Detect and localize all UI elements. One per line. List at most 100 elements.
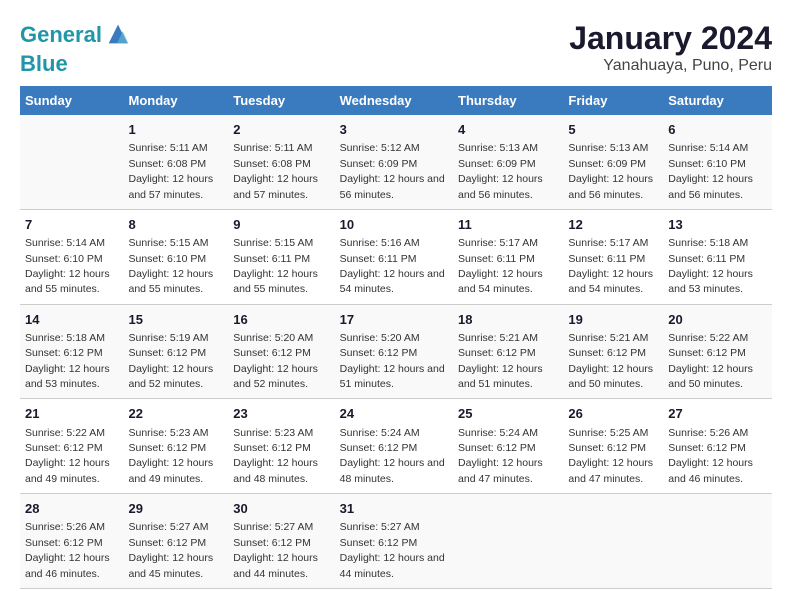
day-number: 27 (668, 405, 767, 423)
day-info: Sunrise: 5:16 AMSunset: 6:11 PMDaylight:… (340, 237, 445, 295)
day-number: 24 (340, 405, 448, 423)
day-number: 14 (25, 311, 118, 329)
day-number: 5 (568, 121, 658, 139)
day-number: 13 (668, 216, 767, 234)
day-info: Sunrise: 5:11 AMSunset: 6:08 PMDaylight:… (128, 142, 213, 200)
day-cell: 9 Sunrise: 5:15 AMSunset: 6:11 PMDayligh… (228, 209, 334, 304)
day-number: 8 (128, 216, 223, 234)
day-number: 31 (340, 500, 448, 518)
week-row-4: 21 Sunrise: 5:22 AMSunset: 6:12 PMDaylig… (20, 399, 772, 494)
day-cell: 8 Sunrise: 5:15 AMSunset: 6:10 PMDayligh… (123, 209, 228, 304)
day-cell: 11 Sunrise: 5:17 AMSunset: 6:11 PMDaylig… (453, 209, 563, 304)
day-info: Sunrise: 5:13 AMSunset: 6:09 PMDaylight:… (458, 142, 543, 200)
calendar-subtitle: Yanahuaya, Puno, Peru (569, 57, 772, 75)
day-info: Sunrise: 5:26 AMSunset: 6:12 PMDaylight:… (25, 521, 110, 579)
day-cell: 16 Sunrise: 5:20 AMSunset: 6:12 PMDaylig… (228, 304, 334, 399)
day-info: Sunrise: 5:24 AMSunset: 6:12 PMDaylight:… (340, 427, 445, 485)
day-cell: 24 Sunrise: 5:24 AMSunset: 6:12 PMDaylig… (335, 399, 453, 494)
day-number: 3 (340, 121, 448, 139)
logo: General Blue (20, 20, 132, 76)
header-cell-monday: Monday (123, 86, 228, 115)
day-number: 15 (128, 311, 223, 329)
title-block: January 2024 Yanahuaya, Puno, Peru (569, 20, 772, 75)
header-cell-wednesday: Wednesday (335, 86, 453, 115)
day-info: Sunrise: 5:17 AMSunset: 6:11 PMDaylight:… (458, 237, 543, 295)
day-number: 25 (458, 405, 558, 423)
day-cell: 15 Sunrise: 5:19 AMSunset: 6:12 PMDaylig… (123, 304, 228, 399)
day-number: 7 (25, 216, 118, 234)
day-info: Sunrise: 5:21 AMSunset: 6:12 PMDaylight:… (458, 332, 543, 390)
day-info: Sunrise: 5:19 AMSunset: 6:12 PMDaylight:… (128, 332, 213, 390)
day-cell: 2 Sunrise: 5:11 AMSunset: 6:08 PMDayligh… (228, 115, 334, 209)
day-info: Sunrise: 5:15 AMSunset: 6:10 PMDaylight:… (128, 237, 213, 295)
day-info: Sunrise: 5:27 AMSunset: 6:12 PMDaylight:… (128, 521, 213, 579)
day-number: 21 (25, 405, 118, 423)
day-cell: 18 Sunrise: 5:21 AMSunset: 6:12 PMDaylig… (453, 304, 563, 399)
day-info: Sunrise: 5:24 AMSunset: 6:12 PMDaylight:… (458, 427, 543, 485)
day-info: Sunrise: 5:17 AMSunset: 6:11 PMDaylight:… (568, 237, 653, 295)
day-cell: 13 Sunrise: 5:18 AMSunset: 6:11 PMDaylig… (663, 209, 772, 304)
day-number: 23 (233, 405, 329, 423)
day-info: Sunrise: 5:15 AMSunset: 6:11 PMDaylight:… (233, 237, 318, 295)
day-cell: 12 Sunrise: 5:17 AMSunset: 6:11 PMDaylig… (563, 209, 663, 304)
day-cell: 1 Sunrise: 5:11 AMSunset: 6:08 PMDayligh… (123, 115, 228, 209)
day-info: Sunrise: 5:14 AMSunset: 6:10 PMDaylight:… (668, 142, 753, 200)
day-cell: 19 Sunrise: 5:21 AMSunset: 6:12 PMDaylig… (563, 304, 663, 399)
week-row-2: 7 Sunrise: 5:14 AMSunset: 6:10 PMDayligh… (20, 209, 772, 304)
day-cell: 25 Sunrise: 5:24 AMSunset: 6:12 PMDaylig… (453, 399, 563, 494)
day-number: 1 (128, 121, 223, 139)
day-cell: 4 Sunrise: 5:13 AMSunset: 6:09 PMDayligh… (453, 115, 563, 209)
day-info: Sunrise: 5:13 AMSunset: 6:09 PMDaylight:… (568, 142, 653, 200)
header-cell-friday: Friday (563, 86, 663, 115)
day-info: Sunrise: 5:12 AMSunset: 6:09 PMDaylight:… (340, 142, 445, 200)
day-number: 29 (128, 500, 223, 518)
day-info: Sunrise: 5:22 AMSunset: 6:12 PMDaylight:… (668, 332, 753, 390)
day-number: 17 (340, 311, 448, 329)
week-row-1: 1 Sunrise: 5:11 AMSunset: 6:08 PMDayligh… (20, 115, 772, 209)
day-info: Sunrise: 5:20 AMSunset: 6:12 PMDaylight:… (233, 332, 318, 390)
day-info: Sunrise: 5:21 AMSunset: 6:12 PMDaylight:… (568, 332, 653, 390)
day-cell: 26 Sunrise: 5:25 AMSunset: 6:12 PMDaylig… (563, 399, 663, 494)
day-number: 12 (568, 216, 658, 234)
day-cell: 14 Sunrise: 5:18 AMSunset: 6:12 PMDaylig… (20, 304, 123, 399)
header-cell-thursday: Thursday (453, 86, 563, 115)
day-number: 30 (233, 500, 329, 518)
day-info: Sunrise: 5:20 AMSunset: 6:12 PMDaylight:… (340, 332, 445, 390)
day-cell (663, 494, 772, 589)
header-cell-sunday: Sunday (20, 86, 123, 115)
day-cell: 27 Sunrise: 5:26 AMSunset: 6:12 PMDaylig… (663, 399, 772, 494)
day-cell: 30 Sunrise: 5:27 AMSunset: 6:12 PMDaylig… (228, 494, 334, 589)
day-info: Sunrise: 5:11 AMSunset: 6:08 PMDaylight:… (233, 142, 318, 200)
day-info: Sunrise: 5:22 AMSunset: 6:12 PMDaylight:… (25, 427, 110, 485)
day-number: 20 (668, 311, 767, 329)
header-cell-saturday: Saturday (663, 86, 772, 115)
day-cell: 10 Sunrise: 5:16 AMSunset: 6:11 PMDaylig… (335, 209, 453, 304)
day-cell: 20 Sunrise: 5:22 AMSunset: 6:12 PMDaylig… (663, 304, 772, 399)
header-row: SundayMondayTuesdayWednesdayThursdayFrid… (20, 86, 772, 115)
day-cell (20, 115, 123, 209)
day-number: 16 (233, 311, 329, 329)
day-info: Sunrise: 5:14 AMSunset: 6:10 PMDaylight:… (25, 237, 110, 295)
calendar-table: SundayMondayTuesdayWednesdayThursdayFrid… (20, 86, 772, 589)
header-cell-tuesday: Tuesday (228, 86, 334, 115)
day-cell (453, 494, 563, 589)
day-number: 28 (25, 500, 118, 518)
day-number: 10 (340, 216, 448, 234)
day-cell: 17 Sunrise: 5:20 AMSunset: 6:12 PMDaylig… (335, 304, 453, 399)
day-info: Sunrise: 5:27 AMSunset: 6:12 PMDaylight:… (340, 521, 445, 579)
day-cell: 31 Sunrise: 5:27 AMSunset: 6:12 PMDaylig… (335, 494, 453, 589)
day-number: 6 (668, 121, 767, 139)
day-cell: 22 Sunrise: 5:23 AMSunset: 6:12 PMDaylig… (123, 399, 228, 494)
week-row-3: 14 Sunrise: 5:18 AMSunset: 6:12 PMDaylig… (20, 304, 772, 399)
day-number: 9 (233, 216, 329, 234)
day-cell: 5 Sunrise: 5:13 AMSunset: 6:09 PMDayligh… (563, 115, 663, 209)
week-row-5: 28 Sunrise: 5:26 AMSunset: 6:12 PMDaylig… (20, 494, 772, 589)
page-header: General Blue January 2024 Yanahuaya, Pun… (20, 20, 772, 76)
day-number: 4 (458, 121, 558, 139)
day-info: Sunrise: 5:18 AMSunset: 6:11 PMDaylight:… (668, 237, 753, 295)
day-number: 26 (568, 405, 658, 423)
day-info: Sunrise: 5:23 AMSunset: 6:12 PMDaylight:… (128, 427, 213, 485)
day-number: 22 (128, 405, 223, 423)
day-cell: 21 Sunrise: 5:22 AMSunset: 6:12 PMDaylig… (20, 399, 123, 494)
day-number: 2 (233, 121, 329, 139)
